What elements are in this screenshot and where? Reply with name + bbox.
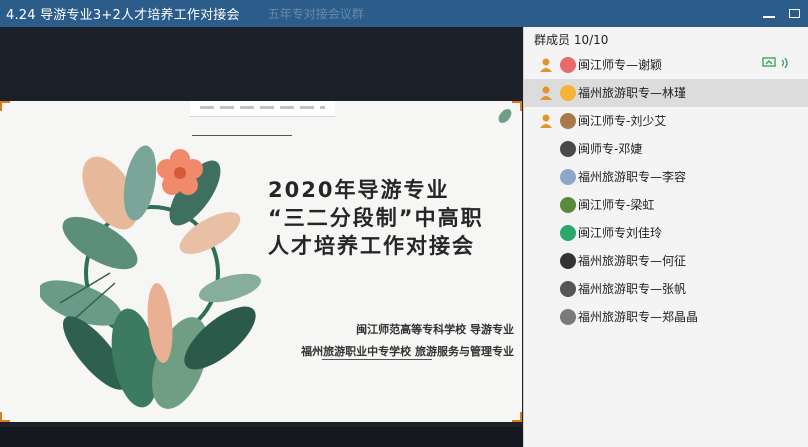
slide-title-line: 人才培养工作对接会	[268, 234, 475, 258]
video-area[interactable]: 2020年导游专业 “三二分段制”中高职 人才培养工作对接会 闽江师范高等专科学…	[0, 27, 523, 447]
member-name: 福州旅游职专—李容	[578, 170, 687, 184]
slide-subtitle: 闽江师范高等专科学校 导游专业 福州旅游职业中专学校 旅游服务与管理专业	[270, 319, 520, 363]
member-name: 福州旅游职专—张帆	[578, 282, 687, 296]
member-name: 福州旅游职专—林瑾	[578, 86, 687, 100]
shared-slide: 2020年导游专业 “三二分段制”中高职 人才培养工作对接会 闽江师范高等专科学…	[0, 101, 522, 422]
member-item[interactable]: 福州旅游职专—林瑾	[524, 79, 808, 107]
member-list: 闽江师专—谢颖福州旅游职专—林瑾 闽江师专-刘少艾 闽师专-邓婕福州旅游职专—李容闽…	[524, 51, 808, 331]
screen-share-icon	[762, 57, 776, 67]
member-status	[762, 57, 790, 69]
member-item[interactable]: 福州旅游职专—郑晶晶	[524, 303, 808, 331]
avatar	[560, 281, 576, 297]
slide-corner-marker	[0, 412, 10, 422]
slide-title-line: “三二分段制”中高职	[268, 206, 484, 230]
audio-wave-icon	[781, 57, 788, 69]
member-name: 闽江师专-梁虹	[578, 198, 655, 212]
member-item[interactable]: 闽江师专-梁虹	[524, 191, 808, 219]
playback-bar[interactable]	[0, 427, 523, 447]
host-user-icon	[538, 85, 554, 101]
member-name: 闽师专-邓婕	[578, 142, 643, 156]
member-name: 闽江师专刘佳玲	[578, 226, 663, 240]
member-name: 闽江师专—谢颖	[578, 58, 663, 72]
slide-top-strip	[190, 101, 335, 117]
member-panel: 群成员 10/10 闽江师专—谢颖福州旅游职专—林瑾 闽江师专-刘少艾 闽师专-邓婕…	[523, 27, 808, 447]
member-name: 福州旅游职专—郑晶晶	[578, 310, 699, 324]
avatar	[560, 85, 576, 101]
member-item[interactable]: 闽师专-邓婕	[524, 135, 808, 163]
slide-title-line: 2020年导游专业	[268, 178, 450, 202]
avatar	[560, 141, 576, 157]
window-controls	[763, 0, 800, 27]
avatar	[560, 253, 576, 269]
window-title: 4.24 导游专业3+2人才培养工作对接会	[6, 8, 240, 23]
minimize-icon[interactable]	[763, 10, 775, 18]
member-name: 福州旅游职专—何征	[578, 254, 687, 268]
slide-title: 2020年导游专业 “三二分段制”中高职 人才培养工作对接会	[268, 176, 518, 260]
slide-corner-marker	[512, 412, 522, 422]
avatar	[560, 113, 576, 129]
slide-subtitle-line: 福州旅游职业中专学校 旅游服务与管理专业	[301, 345, 514, 358]
leaf-corner-icon	[498, 109, 512, 123]
host-user-icon	[538, 57, 554, 73]
avatar	[560, 169, 576, 185]
host-user-icon	[538, 113, 554, 129]
plant-illustration	[40, 145, 262, 409]
avatar	[560, 225, 576, 241]
member-item[interactable]: 闽江师专刘佳玲	[524, 219, 808, 247]
slide-subtitle-line: 闽江师范高等专科学校 导游专业	[356, 323, 514, 336]
member-item[interactable]: 闽江师专—谢颖	[524, 51, 808, 79]
avatar	[560, 197, 576, 213]
member-item[interactable]: 福州旅游职专—何征	[524, 247, 808, 275]
member-item[interactable]: 闽江师专-刘少艾	[524, 107, 808, 135]
avatar	[560, 309, 576, 325]
member-count-header: 群成员 10/10	[534, 32, 609, 47]
window-titlebar: 4.24 导游专业3+2人才培养工作对接会 五年专对接会议群	[0, 0, 808, 27]
member-item[interactable]: 福州旅游职专—张帆	[524, 275, 808, 303]
slide-corner-marker	[0, 101, 10, 111]
member-item[interactable]: 福州旅游职专—李容	[524, 163, 808, 191]
member-name: 闽江师专-刘少艾	[578, 114, 667, 128]
window-ghost-title: 五年专对接会议群	[267, 7, 364, 21]
avatar	[560, 57, 576, 73]
maximize-icon[interactable]	[789, 9, 800, 18]
